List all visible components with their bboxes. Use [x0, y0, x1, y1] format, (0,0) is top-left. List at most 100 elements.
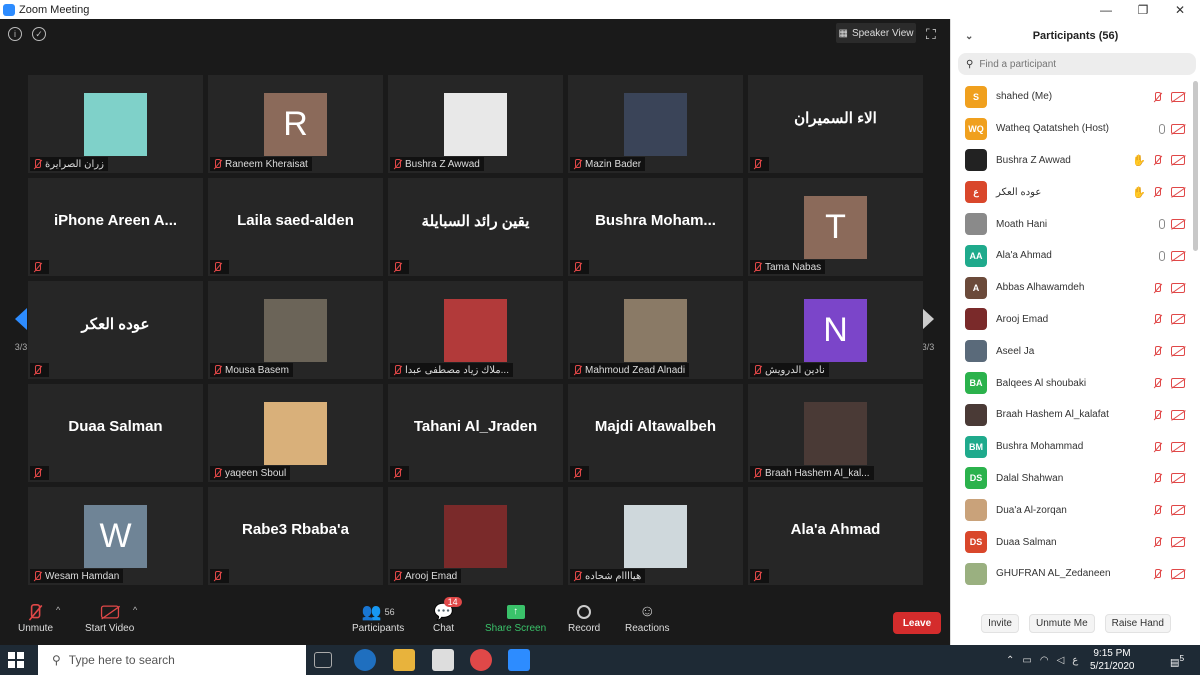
battery-icon[interactable]: ▭: [1022, 655, 1031, 666]
participant-row[interactable]: Aseel Ja: [951, 335, 1191, 367]
file-explorer-icon[interactable]: [393, 649, 415, 671]
invite-button[interactable]: Invite: [981, 613, 1019, 633]
caret-up-icon[interactable]: ^: [56, 605, 60, 615]
raise-hand-button[interactable]: Raise Hand: [1104, 613, 1171, 633]
reactions-button[interactable]: ☺ Reactions: [625, 601, 669, 634]
video-tile[interactable]: يقين رائد السبايلة: [388, 178, 563, 276]
record-label: Record: [568, 623, 601, 634]
video-tile[interactable]: iPhone Areen A...: [28, 178, 203, 276]
mic-off-icon: [32, 365, 42, 375]
language-indicator[interactable]: ع: [1072, 655, 1078, 666]
video-tile[interactable]: Mazin Bader: [568, 75, 743, 173]
video-tile[interactable]: Majdi Altawalbeh: [568, 384, 743, 482]
zoom-taskbar-icon[interactable]: [508, 649, 530, 671]
share-screen-button[interactable]: ↑ Share Screen: [485, 601, 546, 634]
windows-start-icon[interactable]: [8, 652, 24, 668]
mic-off-icon: [1152, 282, 1162, 293]
wifi-icon[interactable]: ◠: [1040, 655, 1049, 666]
camera-off-icon: [1171, 378, 1185, 389]
shield-icon[interactable]: ✓: [32, 27, 46, 41]
video-tile[interactable]: زران الصرايرة: [28, 75, 203, 173]
tile-nametag: [30, 466, 49, 480]
taskbar-search[interactable]: ⚲ Type here to search: [38, 645, 306, 675]
participants-label: Participants: [352, 623, 405, 634]
speaker-view-button[interactable]: ▦ Speaker View: [836, 23, 916, 43]
video-tile[interactable]: Ala'a Ahmad: [748, 487, 923, 585]
video-tile[interactable]: Duaa Salman: [28, 384, 203, 482]
video-tile[interactable]: عوده العكر: [28, 281, 203, 379]
video-tile[interactable]: ملاك زياد مصطفى عبدا...: [388, 281, 563, 379]
participant-row[interactable]: BA Balqees Al shoubaki: [951, 367, 1191, 399]
caret-up-icon[interactable]: ^: [133, 605, 137, 615]
video-tile[interactable]: Braah Hashem Al_kal...: [748, 384, 923, 482]
fullscreen-icon[interactable]: ⛶: [926, 26, 936, 43]
chevron-down-icon[interactable]: ⌄: [965, 31, 973, 42]
video-tile[interactable]: Bushra Moham...: [568, 178, 743, 276]
reactions-label: Reactions: [625, 623, 670, 634]
unmute-button[interactable]: Unmute: [18, 601, 53, 634]
taskbar-clock[interactable]: 9:15 PM 5/21/2020: [1090, 647, 1135, 673]
participant-row[interactable]: AA Ala'a Ahmad: [951, 240, 1191, 272]
video-tile[interactable]: Rabe3 Rbaba'a: [208, 487, 383, 585]
avatar: A: [965, 276, 987, 299]
participant-row[interactable]: Arooj Emad: [951, 304, 1191, 336]
volume-icon[interactable]: ◁: [1057, 655, 1065, 666]
participant-row[interactable]: Dua'a Al-zorqan: [951, 494, 1191, 526]
participant-row[interactable]: DS Dalal Shahwan: [951, 463, 1191, 495]
participant-row[interactable]: A Abbas Alhawamdeh: [951, 272, 1191, 304]
tile-display-name: الاء السميران: [794, 110, 877, 127]
video-tile[interactable]: N نادين الدرويش: [748, 281, 923, 379]
video-tile[interactable]: yaqeen Sboul: [208, 384, 383, 482]
participants-button[interactable]: 👥 56 Participants: [352, 601, 404, 634]
mic-icon: [1159, 250, 1165, 261]
participant-row[interactable]: ع عوده العكر ✋: [951, 176, 1191, 208]
video-tile[interactable]: Tahani Al_Jraden: [388, 384, 563, 482]
participant-row[interactable]: WQ Watheq Qatatsheh (Host): [951, 113, 1191, 145]
edge-icon[interactable]: [354, 649, 376, 671]
profile-photo: [624, 505, 687, 568]
task-view-icon[interactable]: [314, 652, 332, 668]
chrome-icon[interactable]: [470, 649, 492, 671]
participant-row[interactable]: GHUFRAN AL_Zedaneen: [951, 558, 1191, 590]
video-tile[interactable]: R Raneem Kheraisat: [208, 75, 383, 173]
tile-nametag: [570, 260, 589, 274]
chevron-up-icon[interactable]: ⌃: [1006, 655, 1014, 666]
participant-row[interactable]: Bushra Z Awwad ✋: [951, 145, 1191, 177]
start-video-button[interactable]: Start Video: [85, 601, 134, 634]
camera-off-icon: [1171, 409, 1185, 420]
video-tile[interactable]: Mahmoud Zead Alnadi: [568, 281, 743, 379]
video-tile[interactable]: W Wesam Hamdan: [28, 487, 203, 585]
participant-row[interactable]: DS Duaa Salman: [951, 526, 1191, 558]
video-tile[interactable]: Bushra Z Awwad: [388, 75, 563, 173]
record-button[interactable]: Record: [568, 601, 600, 634]
chat-button[interactable]: 💬 14 Chat: [433, 597, 462, 634]
camera-off-icon: [1171, 250, 1185, 261]
store-icon[interactable]: [432, 649, 454, 671]
tile-nametag: [390, 466, 409, 480]
chat-label: Chat: [433, 623, 455, 634]
participant-row[interactable]: Braah Hashem Al_kalafat: [951, 399, 1191, 431]
minimize-button[interactable]: —: [1088, 0, 1124, 19]
participant-row[interactable]: Sshahed (Me): [951, 81, 1191, 113]
close-button[interactable]: ✕: [1162, 0, 1198, 19]
participant-search-input[interactable]: [979, 58, 1170, 70]
video-tile[interactable]: Arooj Emad: [388, 487, 563, 585]
unmute-me-button[interactable]: Unmute Me: [1028, 613, 1095, 633]
participant-list-scrollbar[interactable]: [1193, 81, 1198, 251]
participant-search[interactable]: ⚲: [958, 53, 1196, 75]
video-tile[interactable]: الاء السميران: [748, 75, 923, 173]
leave-button[interactable]: Leave: [893, 612, 941, 634]
info-icon[interactable]: i: [8, 27, 22, 41]
participant-row[interactable]: BM Bushra Mohammad: [951, 431, 1191, 463]
video-tile[interactable]: Mousa Basem: [208, 281, 383, 379]
maximize-button[interactable]: ❐: [1125, 0, 1161, 19]
notifications-icon[interactable]: ▤5: [1170, 653, 1184, 668]
mic-off-icon: [572, 159, 582, 169]
mic-off-icon: [752, 159, 762, 169]
video-tile[interactable]: Laila saed-alden: [208, 178, 383, 276]
participant-row[interactable]: Moath Hani: [951, 208, 1191, 240]
profile-photo: [264, 299, 327, 362]
video-tile[interactable]: T Tama Nabas: [748, 178, 923, 276]
tile-name: Raneem Kheraisat: [225, 158, 308, 170]
video-tile[interactable]: هياااام شحاده: [568, 487, 743, 585]
